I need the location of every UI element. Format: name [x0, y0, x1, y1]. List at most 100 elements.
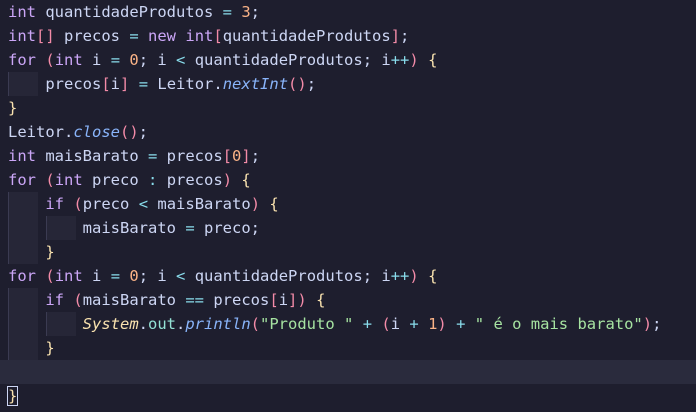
- code-token: =: [110, 267, 121, 285]
- code-token: [: [213, 27, 223, 45]
- code-token: }: [8, 99, 18, 117]
- code-token: (: [45, 171, 55, 189]
- code-line[interactable]: [0, 360, 696, 384]
- code-token: i: [278, 291, 289, 309]
- code-token: ;: [306, 75, 317, 93]
- code-text: int[] precos = new int[quantidadeProduto…: [8, 24, 409, 48]
- code-text: precos[i] = Leitor.nextInt();: [8, 72, 316, 96]
- code-token: {: [316, 291, 326, 309]
- code-line[interactable]: }: [0, 96, 696, 120]
- code-line[interactable]: for (int i = 0; i < quantidadeProdutos; …: [0, 264, 696, 288]
- code-token: new: [148, 27, 177, 45]
- code-token: 0: [129, 267, 139, 285]
- code-token: .: [176, 315, 186, 333]
- code-token: precos: [54, 27, 130, 45]
- code-token: ): [409, 267, 419, 285]
- code-token: quantidadeProdutos; i: [185, 267, 391, 285]
- code-token: }: [6, 386, 19, 406]
- code-text: System.out.println("Produto " + (i + 1) …: [8, 312, 662, 336]
- code-token: 0: [232, 147, 242, 165]
- code-token: int: [185, 27, 214, 45]
- code-line[interactable]: for (int preco : precos) {: [0, 168, 696, 192]
- code-token: for: [8, 267, 36, 285]
- code-token: ): [222, 171, 233, 189]
- code-token: if: [45, 291, 64, 309]
- code-token: i: [390, 315, 410, 333]
- code-line[interactable]: int[] precos = new int[quantidadeProduto…: [0, 24, 696, 48]
- code-text: int maisBarato = precos[0];: [8, 144, 260, 168]
- code-line[interactable]: }: [0, 384, 696, 408]
- code-token: ): [297, 291, 307, 309]
- code-token: println: [185, 315, 251, 333]
- code-line[interactable]: int maisBarato = precos[0];: [0, 144, 696, 168]
- code-token: ]: [120, 75, 130, 93]
- code-token: (: [250, 315, 261, 333]
- code-line[interactable]: precos[i] = Leitor.nextInt();: [0, 72, 696, 96]
- code-line[interactable]: Leitor.close();: [0, 120, 696, 144]
- code-token: preco;: [194, 219, 260, 237]
- code-token: ]: [288, 291, 298, 309]
- code-text: }: [8, 336, 55, 360]
- code-line[interactable]: }: [0, 336, 696, 360]
- code-token: }: [45, 339, 55, 357]
- code-token: =: [185, 219, 195, 237]
- code-token: i: [82, 267, 111, 285]
- code-line[interactable]: for (int i = 0; i < quantidadeProdutos; …: [0, 48, 696, 72]
- code-text: }: [8, 96, 17, 120]
- code-line[interactable]: System.out.println("Produto " + (i + 1) …: [0, 312, 696, 336]
- code-token: (): [288, 75, 307, 93]
- code-token: (: [45, 267, 55, 285]
- code-text: }: [8, 240, 55, 264]
- code-token: ++: [390, 51, 410, 69]
- code-text: Leitor.close();: [8, 120, 148, 144]
- code-token: (: [73, 195, 83, 213]
- code-token: (: [45, 51, 55, 69]
- code-token: ): [409, 51, 419, 69]
- code-line[interactable]: maisBarato = preco;: [0, 216, 696, 240]
- code-line[interactable]: if (maisBarato == precos[i]) {: [0, 288, 696, 312]
- code-token: " é o mais barato": [474, 315, 643, 333]
- code-token: }: [45, 243, 55, 261]
- code-token: ]: [241, 147, 251, 165]
- code-token: (: [73, 291, 83, 309]
- code-line[interactable]: if (preco < maisBarato) {: [0, 192, 696, 216]
- code-token: ;: [250, 147, 261, 165]
- code-token: ++: [390, 267, 410, 285]
- code-token: i: [82, 51, 111, 69]
- code-token: =: [129, 27, 139, 45]
- code-token: int: [54, 51, 83, 69]
- code-text: if (maisBarato == precos[i]) {: [8, 288, 325, 312]
- code-token: precos: [204, 291, 270, 309]
- code-token: {: [269, 195, 279, 213]
- code-token: =: [138, 75, 149, 93]
- code-text: for (int i = 0; i < quantidadeProdutos; …: [8, 48, 437, 72]
- code-token: preco: [82, 171, 149, 189]
- code-text: }: [6, 384, 19, 408]
- code-line[interactable]: }: [0, 240, 696, 264]
- code-line[interactable]: int quantidadeProdutos = 3;: [0, 0, 696, 24]
- code-token: []: [36, 27, 55, 45]
- code-token: maisBarato: [148, 195, 251, 213]
- code-token: preco: [82, 195, 139, 213]
- code-token: [: [269, 291, 279, 309]
- code-editor[interactable]: int quantidadeProdutos = 3; int[] precos …: [0, 0, 696, 412]
